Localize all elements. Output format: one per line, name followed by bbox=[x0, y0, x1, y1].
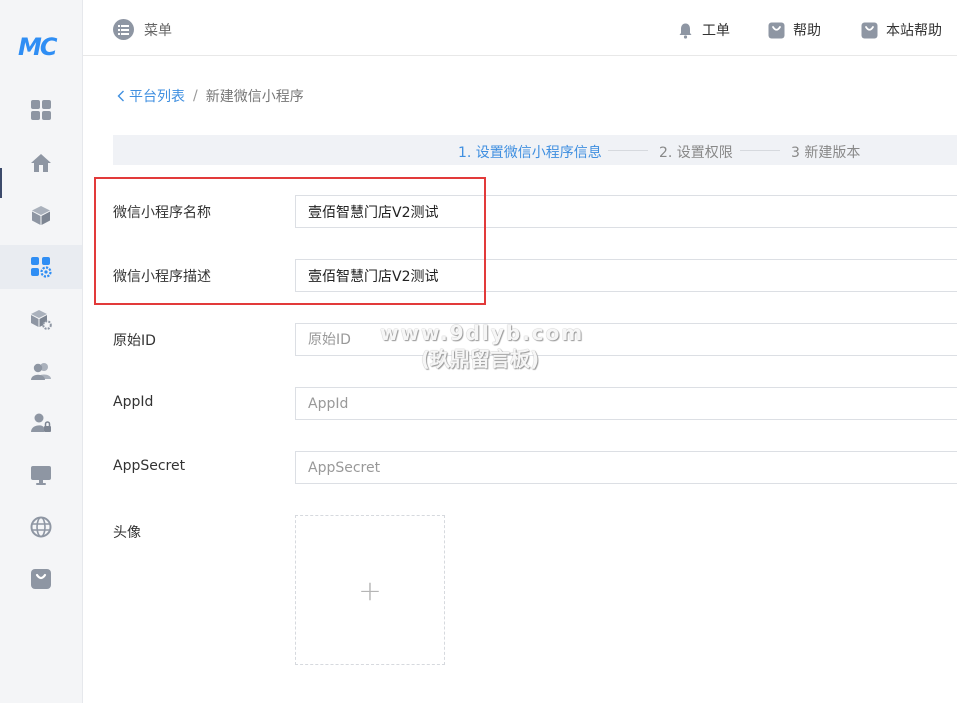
original-id-label: 原始ID bbox=[113, 333, 156, 349]
breadcrumb-back-label: 平台列表 bbox=[129, 89, 185, 105]
apps-settings-icon bbox=[31, 257, 52, 278]
home-icon bbox=[31, 154, 51, 172]
app-secret-label: AppSecret bbox=[113, 458, 186, 474]
dashboard-icon bbox=[31, 100, 51, 120]
window-edge-marker bbox=[0, 168, 2, 198]
app-id-label: AppId bbox=[113, 394, 154, 410]
menu-button[interactable]: 菜单 bbox=[113, 19, 172, 40]
sidebar-item-users[interactable] bbox=[0, 349, 82, 393]
breadcrumb-separator: / bbox=[193, 88, 198, 104]
help-bag-icon bbox=[768, 22, 785, 38]
step-3: 3 新建版本 bbox=[791, 145, 861, 161]
sidebar-item-user-lock[interactable] bbox=[0, 401, 82, 445]
sidebar-item-home[interactable] bbox=[0, 141, 82, 185]
avatar-upload-button[interactable]: + bbox=[295, 515, 445, 665]
sidebar-item-dashboard[interactable] bbox=[0, 88, 82, 132]
help-label: 帮助 bbox=[793, 23, 821, 39]
menu-icon bbox=[113, 19, 134, 40]
breadcrumb-back-link[interactable]: 平台列表 bbox=[117, 86, 185, 106]
app-id-input[interactable] bbox=[295, 387, 957, 420]
globe-icon bbox=[30, 516, 52, 538]
monitor-icon bbox=[31, 466, 51, 485]
help-link[interactable]: 帮助 bbox=[768, 20, 821, 40]
ticket-link[interactable]: 工单 bbox=[677, 20, 730, 40]
breadcrumb-current: 新建微信小程序 bbox=[205, 89, 304, 105]
logo[interactable]: MC bbox=[18, 32, 68, 62]
site-help-bag-icon bbox=[861, 22, 878, 38]
user-lock-icon bbox=[31, 413, 51, 432]
menu-label: 菜单 bbox=[144, 22, 172, 39]
users-icon bbox=[31, 363, 51, 380]
sidebar-item-package-settings[interactable] bbox=[0, 297, 82, 341]
sidebar-item-shop-bag[interactable] bbox=[0, 557, 82, 601]
avatar-label: 头像 bbox=[113, 525, 141, 541]
steps-bar: 1. 设置微信小程序信息 2. 设置权限 3 新建版本 bbox=[113, 135, 957, 165]
package-settings-icon bbox=[31, 310, 52, 330]
chevron-left-icon bbox=[117, 90, 124, 102]
ticket-label: 工单 bbox=[702, 23, 730, 39]
step-connector bbox=[740, 150, 780, 151]
description-input[interactable] bbox=[295, 259, 957, 292]
name-label: 微信小程序名称 bbox=[113, 205, 211, 221]
plus-icon: + bbox=[358, 573, 382, 607]
sidebar: MC bbox=[0, 0, 83, 703]
top-bar: 菜单 工单 帮助 本站帮助 bbox=[83, 5, 957, 56]
site-help-link[interactable]: 本站帮助 bbox=[861, 20, 942, 40]
sidebar-item-monitor[interactable] bbox=[0, 453, 82, 497]
description-label: 微信小程序描述 bbox=[113, 269, 211, 285]
step-1: 1. 设置微信小程序信息 bbox=[458, 145, 602, 161]
step-2: 2. 设置权限 bbox=[659, 145, 733, 161]
name-input[interactable] bbox=[295, 195, 957, 228]
breadcrumb: 平台列表 / 新建微信小程序 bbox=[117, 86, 304, 106]
shop-bag-icon bbox=[31, 569, 51, 589]
original-id-input[interactable] bbox=[295, 323, 957, 356]
cube-icon bbox=[32, 206, 50, 225]
step-connector bbox=[608, 150, 648, 151]
bell-icon bbox=[679, 23, 692, 39]
site-help-label: 本站帮助 bbox=[886, 23, 942, 39]
app-secret-input[interactable] bbox=[295, 451, 957, 484]
sidebar-item-globe[interactable] bbox=[0, 505, 82, 549]
sidebar-item-cube[interactable] bbox=[0, 193, 82, 237]
sidebar-item-apps-settings[interactable] bbox=[0, 245, 82, 289]
